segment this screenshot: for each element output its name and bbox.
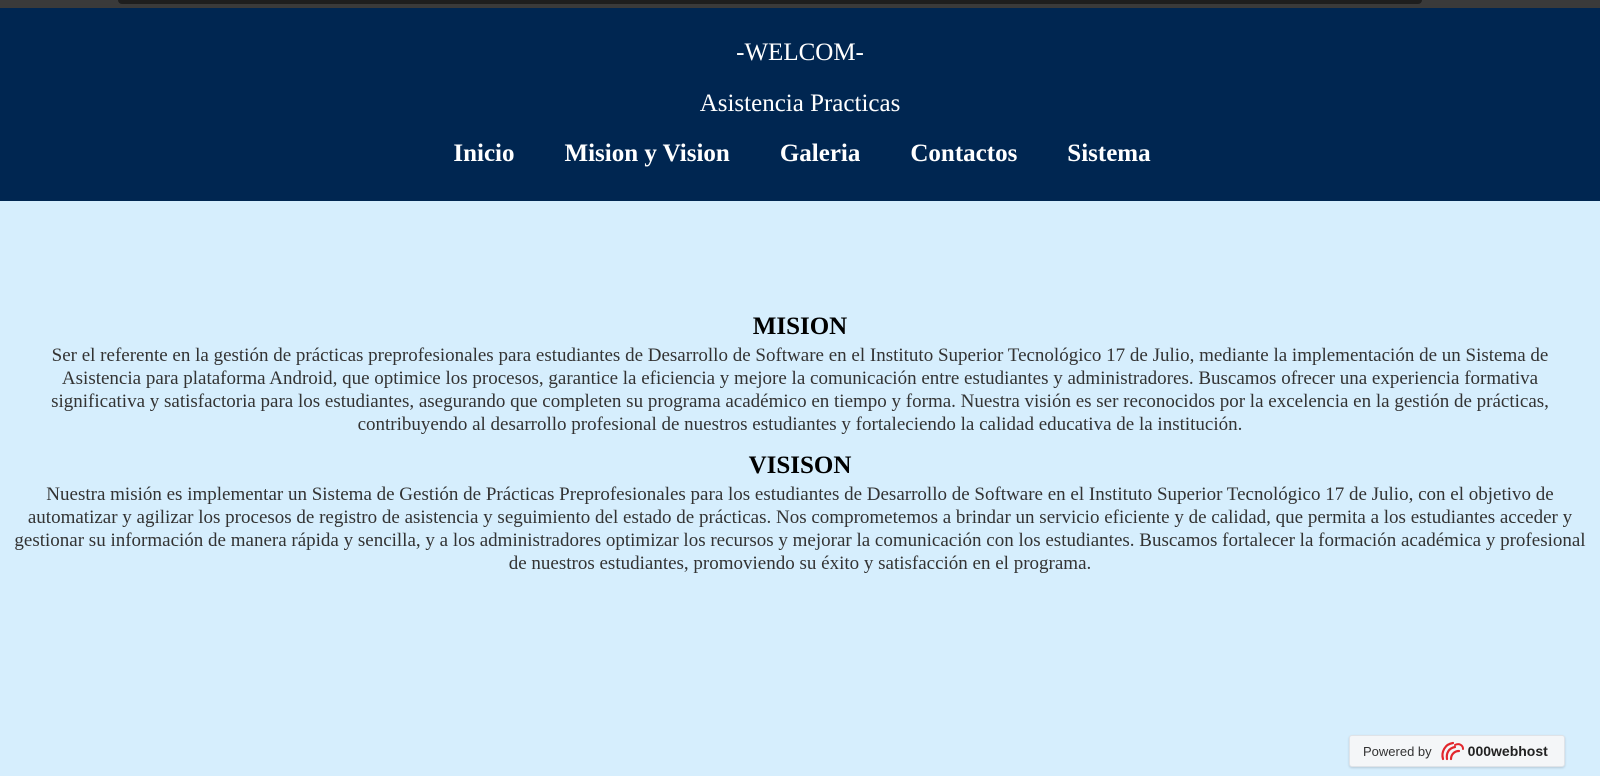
mision-paragraph: Ser el referente en la gestión de prácti… xyxy=(51,345,1549,435)
mision-heading: MISION xyxy=(752,313,848,340)
vision-paragraph: Nuestra misión es implementar un Sistema… xyxy=(14,484,1586,574)
browser-tab-strip xyxy=(118,0,1422,4)
main-content: MISION Ser el referente en la gestión de… xyxy=(0,201,1600,776)
site-subtitle: Asistencia Practicas xyxy=(699,90,901,117)
nav-link-inicio[interactable]: Inicio xyxy=(449,139,514,169)
site-header: -WELCOM- Asistencia Practicas Inicio Mis… xyxy=(0,8,1600,201)
nav-link-contactos[interactable]: Contactos xyxy=(906,139,1017,169)
powered-by-brand: 000webhost xyxy=(1467,743,1548,759)
main-nav: Inicio Mision y Vision Galeria Contactos… xyxy=(0,139,1600,169)
nav-link-galeria[interactable]: Galeria xyxy=(776,139,861,169)
nav-link-sistema[interactable]: Sistema xyxy=(1063,139,1150,169)
powered-by-label: Powered by xyxy=(1363,743,1432,759)
nav-link-mision-vision[interactable]: Mision y Vision xyxy=(561,139,730,169)
vision-heading: VISISON xyxy=(748,452,852,479)
browser-top-edge xyxy=(0,0,1600,8)
000webhost-logo-icon xyxy=(1441,741,1464,761)
powered-by-badge[interactable]: Powered by 000webhost xyxy=(1349,735,1565,767)
welcome-heading: -WELCOM- xyxy=(736,39,864,66)
